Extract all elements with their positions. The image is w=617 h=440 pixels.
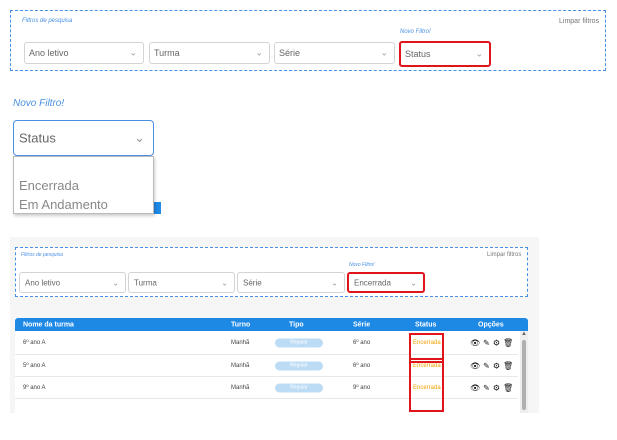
chevron-down-icon: ⌄ xyxy=(475,48,483,59)
type-badge: Regular xyxy=(275,338,323,347)
table-header: Nome da turma Turno Tipo Série Status Op… xyxy=(15,318,528,331)
chevron-down-icon: ⌄ xyxy=(221,278,228,287)
eye-icon[interactable]: 👁 xyxy=(470,338,480,347)
school-year-select[interactable]: Ano letivo ⌄ xyxy=(24,42,144,64)
select-value: Status xyxy=(19,130,56,146)
cell-name: 5º ano A xyxy=(23,362,46,369)
row-actions: 👁 ✎ ⚙ 🗑 xyxy=(470,361,516,370)
edit-icon[interactable]: ✎ xyxy=(483,338,490,347)
status-select-zoom[interactable]: Status ⌄ xyxy=(13,120,154,156)
new-filter-label-zoom: Novo Filtro! xyxy=(13,98,65,109)
select-value: Ano letivo xyxy=(29,48,69,58)
eye-icon[interactable]: 👁 xyxy=(470,383,480,392)
chevron-down-icon: ⌄ xyxy=(134,130,145,145)
class-select[interactable]: Turma ⌄ xyxy=(128,272,235,293)
grade-select[interactable]: Série ⌄ xyxy=(274,42,395,64)
status-column-highlight xyxy=(409,358,444,412)
status-dropdown-menu: Encerrada Em Andamento xyxy=(13,156,154,214)
scrollbar-thumb[interactable] xyxy=(522,340,526,410)
select-value: Encerrada xyxy=(354,278,391,287)
filter-panel-title: Filtros de pesquisa xyxy=(21,252,63,258)
select-value: Turma xyxy=(134,278,157,287)
cell-name: 9º ano A xyxy=(23,384,46,391)
status-select[interactable]: Status ⌄ xyxy=(399,41,491,67)
type-badge: Regular xyxy=(275,383,323,392)
cell-serie: 9º ano xyxy=(353,384,371,391)
col-header-tipo: Tipo xyxy=(289,321,304,328)
trash-icon[interactable]: 🗑 xyxy=(503,383,513,392)
row-actions: 👁 ✎ ⚙ 🗑 xyxy=(470,383,516,392)
chevron-down-icon: ⌄ xyxy=(380,47,388,58)
filter-panel-top: Filtros de pesquisa Limpar filtros Novo … xyxy=(10,10,606,71)
scroll-up-arrow[interactable]: ▲ xyxy=(521,331,527,337)
status-select[interactable]: Encerrada ⌄ xyxy=(347,272,425,293)
cell-turno: Manhã xyxy=(231,339,250,346)
dropdown-option-encerrada[interactable]: Encerrada xyxy=(19,178,79,193)
new-filter-label: Novo Filtro! xyxy=(400,29,431,35)
col-header-serie: Série xyxy=(353,321,371,328)
cell-turno: Manhã xyxy=(231,384,250,391)
select-value: Série xyxy=(279,48,301,58)
school-year-select[interactable]: Ano letivo ⌄ xyxy=(19,272,126,293)
classes-table: Nome da turma Turno Tipo Série Status Op… xyxy=(15,318,528,413)
class-select[interactable]: Turma ⌄ xyxy=(149,42,270,64)
filter-panel-title: Filtros de pesquisa xyxy=(22,18,73,24)
chevron-down-icon: ⌄ xyxy=(410,278,417,287)
gear-icon[interactable]: ⚙ xyxy=(493,361,500,370)
select-value: Status xyxy=(405,49,431,59)
clear-filters-link[interactable]: Limpar filtros xyxy=(559,18,599,25)
type-badge: Regular xyxy=(275,361,323,370)
trash-icon[interactable]: 🗑 xyxy=(503,361,513,370)
col-header-status: Status xyxy=(415,321,437,328)
grade-select[interactable]: Série ⌄ xyxy=(237,272,345,293)
gear-icon[interactable]: ⚙ xyxy=(493,338,500,347)
trash-icon[interactable]: 🗑 xyxy=(503,338,513,347)
zoom-blue-strip xyxy=(153,202,161,214)
dropdown-option-em-andamento[interactable]: Em Andamento xyxy=(19,197,108,212)
eye-icon[interactable]: 👁 xyxy=(470,361,480,370)
table-scrollbar[interactable]: ▲ xyxy=(520,331,528,413)
cell-serie: 6º ano xyxy=(353,362,371,369)
filter-panel-bottom: Filtros de pesquisa Limpar filtros Novo … xyxy=(15,247,528,297)
edit-icon[interactable]: ✎ xyxy=(483,361,490,370)
row-actions: 👁 ✎ ⚙ 🗑 xyxy=(470,338,516,347)
new-filter-label: Novo Filtro! xyxy=(349,262,375,268)
cell-turno: Manhã xyxy=(231,362,250,369)
cell-serie: 6º ano xyxy=(353,339,371,346)
chevron-down-icon: ⌄ xyxy=(129,47,137,58)
chevron-down-icon: ⌄ xyxy=(331,278,338,287)
select-value: Ano letivo xyxy=(25,278,61,287)
gear-icon[interactable]: ⚙ xyxy=(493,383,500,392)
clear-filters-link[interactable]: Limpar filtros xyxy=(487,252,521,258)
chevron-down-icon: ⌄ xyxy=(112,278,119,287)
col-header-options: Opções xyxy=(478,321,504,328)
select-value: Turma xyxy=(154,48,180,58)
cell-name: 6º ano A xyxy=(23,339,46,346)
chevron-down-icon: ⌄ xyxy=(255,47,263,58)
col-header-turno: Turno xyxy=(231,321,251,328)
edit-icon[interactable]: ✎ xyxy=(483,383,490,392)
col-header-name: Nome da turma xyxy=(23,321,74,328)
select-value: Série xyxy=(243,278,262,287)
